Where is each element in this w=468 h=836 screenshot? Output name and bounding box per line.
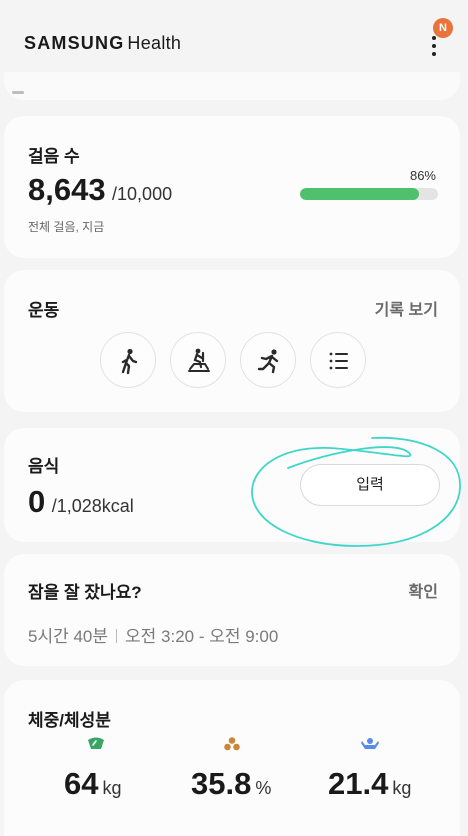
list-icon bbox=[329, 352, 348, 370]
view-records-link[interactable]: 기록 보기 bbox=[375, 296, 438, 320]
sleep-range: 오전 3:20 - 오전 9:00 bbox=[125, 627, 279, 646]
exercise-title: 운동 bbox=[28, 301, 60, 320]
steps-subtitle: 전체 걸음, 지금 bbox=[28, 220, 105, 234]
weight-metric: 64 kg bbox=[64, 766, 122, 801]
sleep-card[interactable]: 잠을 잘 잤나요? 확인 5시간 40분 오전 3:20 - 오전 9:00 bbox=[4, 554, 460, 666]
body-composition-title: 체중/체성분 bbox=[28, 711, 111, 730]
divider bbox=[12, 91, 24, 94]
body-fat-metric: 35.8% bbox=[191, 766, 272, 801]
exercise-card: 운동 기록 보기 bbox=[4, 270, 460, 412]
steps-title: 걸음 수 bbox=[28, 147, 80, 166]
food-card[interactable]: 음식 0 /1,028kcal 입력 bbox=[4, 428, 460, 542]
avatar[interactable]: N bbox=[433, 18, 453, 38]
weight-icon bbox=[88, 737, 104, 749]
running-icon bbox=[257, 349, 279, 374]
steps-percent: 86% bbox=[409, 168, 436, 183]
sleep-duration: 5시간 40분 bbox=[28, 627, 109, 646]
divider bbox=[116, 629, 118, 643]
steps-progress-fill bbox=[300, 188, 419, 200]
exercise-bike-button[interactable] bbox=[170, 332, 226, 388]
muscle-mass-metric: 21.4 kg bbox=[328, 766, 412, 801]
food-title: 음식 bbox=[28, 457, 60, 476]
sleep-confirm-link[interactable]: 확인 bbox=[409, 578, 438, 602]
steps-goal: /10,000 bbox=[112, 184, 173, 204]
muscle-icon bbox=[361, 738, 379, 749]
steps-count: 8,643 /10,000 bbox=[28, 172, 173, 207]
running-button[interactable] bbox=[240, 332, 296, 388]
app-logo: SAMSUNG Health bbox=[24, 33, 182, 53]
body-fat-icon bbox=[224, 737, 240, 751]
food-input-button[interactable]: 입력 bbox=[300, 464, 440, 506]
steps-progress-bar bbox=[300, 188, 438, 200]
walking-icon bbox=[121, 348, 138, 375]
walking-button[interactable] bbox=[100, 332, 156, 388]
exercise-list-button[interactable] bbox=[310, 332, 366, 388]
food-goal: /1,028kcal bbox=[51, 496, 134, 516]
sleep-title: 잠을 잘 잤나요? bbox=[28, 583, 142, 602]
partial-card bbox=[4, 72, 460, 100]
food-calories: 0 /1,028kcal bbox=[28, 484, 134, 519]
body-composition-card[interactable]: 체중/체성분 64 kg 35.8% 21.4 kg bbox=[4, 680, 460, 836]
exercise-bike-icon bbox=[188, 348, 210, 372]
steps-card[interactable]: 걸음 수 8,643 /10,000 전체 걸음, 지금 86% bbox=[4, 116, 460, 258]
sleep-info: 5시간 40분 오전 3:20 - 오전 9:00 bbox=[28, 622, 278, 647]
